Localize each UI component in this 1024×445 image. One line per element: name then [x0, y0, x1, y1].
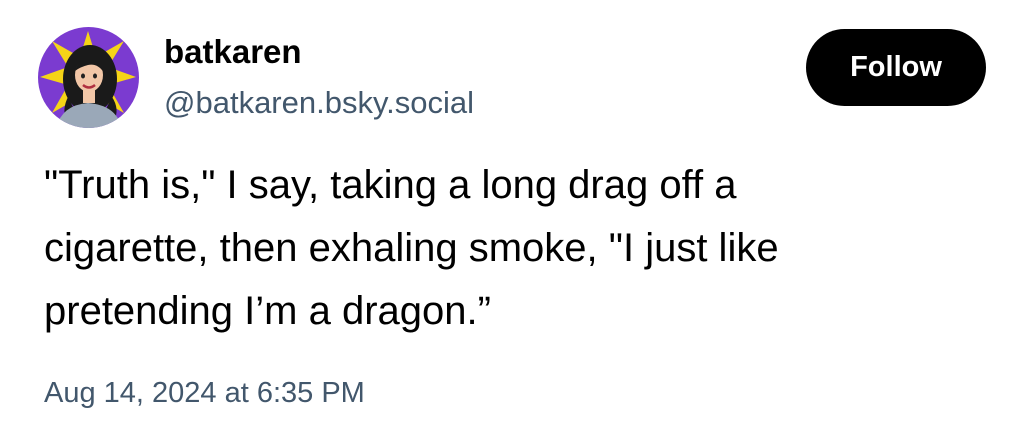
- author-handle[interactable]: @batkaren.bsky.social: [164, 83, 474, 123]
- follow-button[interactable]: Follow: [806, 29, 986, 106]
- avatar-illustration: [38, 27, 139, 128]
- post-timestamp[interactable]: Aug 14, 2024 at 6:35 PM: [44, 373, 365, 413]
- post-card: batkaren @batkaren.bsky.social Follow "T…: [0, 0, 1024, 445]
- author-display-name[interactable]: batkaren: [164, 30, 302, 74]
- author-avatar[interactable]: [38, 27, 139, 128]
- post-text: "Truth is," I say, taking a long drag of…: [44, 163, 779, 333]
